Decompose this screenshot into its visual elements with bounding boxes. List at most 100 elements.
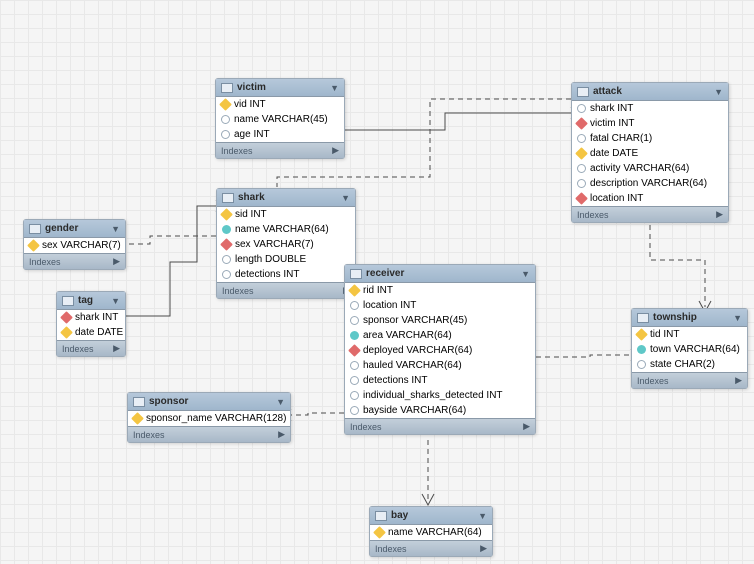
field-row[interactable]: sex VARCHAR(7) xyxy=(24,238,125,253)
field-row[interactable]: date DATE xyxy=(572,146,728,161)
indexes-section[interactable]: Indexes▶ xyxy=(370,540,492,556)
field-row[interactable]: location INT xyxy=(345,298,535,313)
field-row[interactable]: name VARCHAR(64) xyxy=(370,525,492,540)
expand-icon[interactable]: ▶ xyxy=(332,145,339,156)
expand-icon[interactable]: ▶ xyxy=(113,256,120,267)
key-icon xyxy=(27,239,40,252)
er-diagram-canvas: victim ▼ vid INT name VARCHAR(45) age IN… xyxy=(0,0,754,564)
fk-icon xyxy=(575,117,588,130)
field-row[interactable]: victim INT xyxy=(572,116,728,131)
entity-fields: vid INT name VARCHAR(45) age INT xyxy=(216,97,344,142)
field-row[interactable]: individual_sharks_detected INT xyxy=(345,388,535,403)
indexes-section[interactable]: Indexes▶ xyxy=(217,282,355,298)
entity-header[interactable]: township ▼ xyxy=(632,309,747,327)
field-text: sponsor VARCHAR(45) xyxy=(363,315,467,326)
entity-township[interactable]: township ▼ tid INT town VARCHAR(64) stat… xyxy=(631,308,748,389)
field-row[interactable]: age INT xyxy=(216,127,344,142)
field-row[interactable]: detections INT xyxy=(345,373,535,388)
field-row[interactable]: town VARCHAR(64) xyxy=(632,342,747,357)
entity-header[interactable]: shark ▼ xyxy=(217,189,355,207)
column-icon xyxy=(222,270,231,279)
entity-fields: sex VARCHAR(7) xyxy=(24,238,125,253)
field-row[interactable]: rid INT xyxy=(345,283,535,298)
entity-tag[interactable]: tag ▼ shark INT date DATE Indexes▶ xyxy=(56,291,126,357)
entity-header[interactable]: sponsor ▼ xyxy=(128,393,290,411)
expand-icon[interactable]: ▶ xyxy=(735,375,742,386)
expand-icon[interactable]: ▶ xyxy=(523,421,530,432)
field-row[interactable]: shark INT xyxy=(572,101,728,116)
field-row[interactable]: location INT xyxy=(572,191,728,206)
field-row[interactable]: activity VARCHAR(64) xyxy=(572,161,728,176)
entity-header[interactable]: receiver ▼ xyxy=(345,265,535,283)
field-row[interactable]: name VARCHAR(64) xyxy=(217,222,355,237)
field-row[interactable]: sid INT xyxy=(217,207,355,222)
field-row[interactable]: shark INT xyxy=(57,310,125,325)
entity-shark[interactable]: shark ▼ sid INT name VARCHAR(64) sex VAR… xyxy=(216,188,356,299)
expand-icon[interactable]: ▶ xyxy=(113,343,120,354)
entity-title: receiver xyxy=(366,268,404,279)
field-row[interactable]: vid INT xyxy=(216,97,344,112)
indexes-section[interactable]: Indexes ▶ xyxy=(632,372,747,388)
indexes-section[interactable]: Indexes▶ xyxy=(128,426,290,442)
entity-gender[interactable]: gender ▼ sex VARCHAR(7) Indexes▶ xyxy=(23,219,126,270)
collapse-icon[interactable]: ▼ xyxy=(111,224,120,234)
field-row[interactable]: sponsor VARCHAR(45) xyxy=(345,313,535,328)
field-text: name VARCHAR(64) xyxy=(235,224,329,235)
indexes-section[interactable]: Indexes▶ xyxy=(57,340,125,356)
field-text: deployed VARCHAR(64) xyxy=(363,345,472,356)
field-text: hauled VARCHAR(64) xyxy=(363,360,462,371)
collapse-icon[interactable]: ▼ xyxy=(341,193,350,203)
expand-icon[interactable]: ▶ xyxy=(480,543,487,554)
index-icon xyxy=(350,331,359,340)
collapse-icon[interactable]: ▼ xyxy=(521,269,530,279)
field-row[interactable]: deployed VARCHAR(64) xyxy=(345,343,535,358)
entity-victim[interactable]: victim ▼ vid INT name VARCHAR(45) age IN… xyxy=(215,78,345,159)
field-row[interactable]: detections INT xyxy=(217,267,355,282)
field-row[interactable]: state CHAR(2) xyxy=(632,357,747,372)
field-row[interactable]: bayside VARCHAR(64) xyxy=(345,403,535,418)
field-row[interactable]: description VARCHAR(64) xyxy=(572,176,728,191)
collapse-icon[interactable]: ▼ xyxy=(111,296,120,306)
field-row[interactable]: date DATE xyxy=(57,325,125,340)
table-icon xyxy=(350,269,362,279)
collapse-icon[interactable]: ▼ xyxy=(714,87,723,97)
field-row[interactable]: name VARCHAR(45) xyxy=(216,112,344,127)
indexes-label: Indexes xyxy=(637,376,669,386)
collapse-icon[interactable]: ▼ xyxy=(330,83,339,93)
field-row[interactable]: tid INT xyxy=(632,327,747,342)
field-row[interactable]: area VARCHAR(64) xyxy=(345,328,535,343)
indexes-section[interactable]: Indexes▶ xyxy=(24,253,125,269)
expand-icon[interactable]: ▶ xyxy=(278,429,285,440)
field-text: vid INT xyxy=(234,99,266,110)
entity-header[interactable]: victim ▼ xyxy=(216,79,344,97)
field-row[interactable]: fatal CHAR(1) xyxy=(572,131,728,146)
expand-icon[interactable]: ▶ xyxy=(716,209,723,220)
entity-header[interactable]: tag ▼ xyxy=(57,292,125,310)
field-text: town VARCHAR(64) xyxy=(650,344,740,355)
indexes-section[interactable]: Indexes▶ xyxy=(572,206,728,222)
entity-header[interactable]: gender ▼ xyxy=(24,220,125,238)
key-icon xyxy=(60,326,73,339)
field-row[interactable]: sponsor_name VARCHAR(128) xyxy=(128,411,290,426)
indexes-section[interactable]: Indexes ▶ xyxy=(345,418,535,434)
entity-fields: tid INT town VARCHAR(64) state CHAR(2) xyxy=(632,327,747,372)
entity-attack[interactable]: attack ▼ shark INT victim INT fatal CHAR… xyxy=(571,82,729,223)
field-row[interactable]: sex VARCHAR(7) xyxy=(217,237,355,252)
collapse-icon[interactable]: ▼ xyxy=(733,313,742,323)
field-row[interactable]: hauled VARCHAR(64) xyxy=(345,358,535,373)
index-icon xyxy=(222,225,231,234)
entity-sponsor[interactable]: sponsor ▼ sponsor_name VARCHAR(128) Inde… xyxy=(127,392,291,443)
field-text: individual_sharks_detected INT xyxy=(363,390,503,401)
table-icon xyxy=(221,83,233,93)
indexes-section[interactable]: Indexes▶ xyxy=(216,142,344,158)
entity-bay[interactable]: bay ▼ name VARCHAR(64) Indexes▶ xyxy=(369,506,493,557)
entity-receiver[interactable]: receiver ▼ rid INT location INT sponsor … xyxy=(344,264,536,435)
field-row[interactable]: length DOUBLE xyxy=(217,252,355,267)
entity-header[interactable]: bay ▼ xyxy=(370,507,492,525)
collapse-icon[interactable]: ▼ xyxy=(478,511,487,521)
indexes-label: Indexes xyxy=(350,422,382,432)
key-icon xyxy=(348,284,361,297)
collapse-icon[interactable]: ▼ xyxy=(276,397,285,407)
indexes-label: Indexes xyxy=(222,286,254,296)
entity-header[interactable]: attack ▼ xyxy=(572,83,728,101)
